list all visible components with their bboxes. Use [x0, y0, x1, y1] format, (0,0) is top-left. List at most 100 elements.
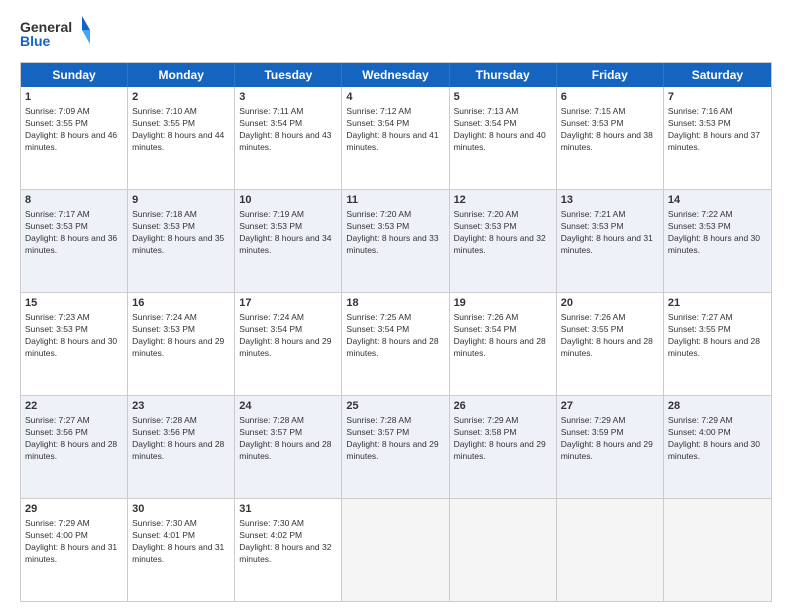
sunset-text: Sunset: 3:55 PM	[25, 118, 88, 128]
daylight-text: Daylight: 8 hours and 30 minutes.	[25, 336, 117, 358]
daylight-text: Daylight: 8 hours and 44 minutes.	[132, 130, 224, 152]
sunrise-text: Sunrise: 7:30 AM	[239, 518, 304, 528]
calendar-cell: 13 Sunrise: 7:21 AM Sunset: 3:53 PM Dayl…	[557, 190, 664, 292]
sunset-text: Sunset: 3:53 PM	[132, 221, 195, 231]
daylight-text: Daylight: 8 hours and 28 minutes.	[561, 336, 653, 358]
daylight-text: Daylight: 8 hours and 31 minutes.	[132, 542, 224, 564]
daylight-text: Daylight: 8 hours and 36 minutes.	[25, 233, 117, 255]
calendar-cell: 27 Sunrise: 7:29 AM Sunset: 3:59 PM Dayl…	[557, 396, 664, 498]
calendar-cell: 14 Sunrise: 7:22 AM Sunset: 3:53 PM Dayl…	[664, 190, 771, 292]
sunrise-text: Sunrise: 7:12 AM	[346, 106, 411, 116]
daylight-text: Daylight: 8 hours and 29 minutes.	[239, 336, 331, 358]
sunrise-text: Sunrise: 7:29 AM	[668, 415, 733, 425]
calendar-row: 1 Sunrise: 7:09 AM Sunset: 3:55 PM Dayli…	[21, 87, 771, 190]
calendar-cell: 22 Sunrise: 7:27 AM Sunset: 3:56 PM Dayl…	[21, 396, 128, 498]
calendar-cell: 3 Sunrise: 7:11 AM Sunset: 3:54 PM Dayli…	[235, 87, 342, 189]
day-number: 7	[668, 90, 767, 105]
daylight-text: Daylight: 8 hours and 34 minutes.	[239, 233, 331, 255]
calendar-body: 1 Sunrise: 7:09 AM Sunset: 3:55 PM Dayli…	[21, 87, 771, 601]
calendar-cell: 21 Sunrise: 7:27 AM Sunset: 3:55 PM Dayl…	[664, 293, 771, 395]
sunrise-text: Sunrise: 7:13 AM	[454, 106, 519, 116]
sunset-text: Sunset: 3:55 PM	[132, 118, 195, 128]
calendar-cell	[342, 499, 449, 601]
calendar-cell: 1 Sunrise: 7:09 AM Sunset: 3:55 PM Dayli…	[21, 87, 128, 189]
daylight-text: Daylight: 8 hours and 28 minutes.	[454, 336, 546, 358]
sunset-text: Sunset: 3:53 PM	[668, 221, 731, 231]
calendar-row: 29 Sunrise: 7:29 AM Sunset: 4:00 PM Dayl…	[21, 499, 771, 601]
sunrise-text: Sunrise: 7:28 AM	[239, 415, 304, 425]
sunrise-text: Sunrise: 7:20 AM	[346, 209, 411, 219]
sunset-text: Sunset: 4:01 PM	[132, 530, 195, 540]
calendar-cell: 10 Sunrise: 7:19 AM Sunset: 3:53 PM Dayl…	[235, 190, 342, 292]
daylight-text: Daylight: 8 hours and 28 minutes.	[132, 439, 224, 461]
calendar-row: 22 Sunrise: 7:27 AM Sunset: 3:56 PM Dayl…	[21, 396, 771, 499]
day-number: 12	[454, 193, 552, 208]
calendar-cell: 26 Sunrise: 7:29 AM Sunset: 3:58 PM Dayl…	[450, 396, 557, 498]
calendar-header: SundayMondayTuesdayWednesdayThursdayFrid…	[21, 63, 771, 87]
weekday-header: Saturday	[664, 63, 771, 87]
daylight-text: Daylight: 8 hours and 29 minutes.	[132, 336, 224, 358]
daylight-text: Daylight: 8 hours and 29 minutes.	[561, 439, 653, 461]
daylight-text: Daylight: 8 hours and 31 minutes.	[25, 542, 117, 564]
weekday-header: Friday	[557, 63, 664, 87]
page: General Blue SundayMondayTuesdayWednesda…	[0, 0, 792, 612]
weekday-header: Monday	[128, 63, 235, 87]
weekday-header: Thursday	[450, 63, 557, 87]
day-number: 17	[239, 296, 337, 311]
daylight-text: Daylight: 8 hours and 40 minutes.	[454, 130, 546, 152]
calendar: SundayMondayTuesdayWednesdayThursdayFrid…	[20, 62, 772, 602]
daylight-text: Daylight: 8 hours and 28 minutes.	[239, 439, 331, 461]
calendar-cell	[557, 499, 664, 601]
sunrise-text: Sunrise: 7:20 AM	[454, 209, 519, 219]
daylight-text: Daylight: 8 hours and 38 minutes.	[561, 130, 653, 152]
calendar-cell: 23 Sunrise: 7:28 AM Sunset: 3:56 PM Dayl…	[128, 396, 235, 498]
day-number: 1	[25, 90, 123, 105]
calendar-cell: 20 Sunrise: 7:26 AM Sunset: 3:55 PM Dayl…	[557, 293, 664, 395]
day-number: 10	[239, 193, 337, 208]
daylight-text: Daylight: 8 hours and 29 minutes.	[346, 439, 438, 461]
day-number: 18	[346, 296, 444, 311]
calendar-cell: 15 Sunrise: 7:23 AM Sunset: 3:53 PM Dayl…	[21, 293, 128, 395]
calendar-cell: 2 Sunrise: 7:10 AM Sunset: 3:55 PM Dayli…	[128, 87, 235, 189]
calendar-cell: 5 Sunrise: 7:13 AM Sunset: 3:54 PM Dayli…	[450, 87, 557, 189]
sunrise-text: Sunrise: 7:26 AM	[561, 312, 626, 322]
sunset-text: Sunset: 3:59 PM	[561, 427, 624, 437]
sunset-text: Sunset: 3:54 PM	[239, 118, 302, 128]
day-number: 24	[239, 399, 337, 414]
sunset-text: Sunset: 3:54 PM	[239, 324, 302, 334]
sunrise-text: Sunrise: 7:29 AM	[561, 415, 626, 425]
calendar-cell: 31 Sunrise: 7:30 AM Sunset: 4:02 PM Dayl…	[235, 499, 342, 601]
weekday-header: Tuesday	[235, 63, 342, 87]
calendar-row: 8 Sunrise: 7:17 AM Sunset: 3:53 PM Dayli…	[21, 190, 771, 293]
sunrise-text: Sunrise: 7:09 AM	[25, 106, 90, 116]
sunrise-text: Sunrise: 7:17 AM	[25, 209, 90, 219]
day-number: 30	[132, 502, 230, 517]
sunrise-text: Sunrise: 7:19 AM	[239, 209, 304, 219]
daylight-text: Daylight: 8 hours and 28 minutes.	[346, 336, 438, 358]
day-number: 16	[132, 296, 230, 311]
day-number: 27	[561, 399, 659, 414]
sunrise-text: Sunrise: 7:26 AM	[454, 312, 519, 322]
day-number: 28	[668, 399, 767, 414]
calendar-cell: 16 Sunrise: 7:24 AM Sunset: 3:53 PM Dayl…	[128, 293, 235, 395]
day-number: 8	[25, 193, 123, 208]
sunset-text: Sunset: 3:56 PM	[25, 427, 88, 437]
sunrise-text: Sunrise: 7:18 AM	[132, 209, 197, 219]
day-number: 9	[132, 193, 230, 208]
daylight-text: Daylight: 8 hours and 28 minutes.	[25, 439, 117, 461]
header: General Blue	[20, 16, 772, 52]
sunset-text: Sunset: 3:53 PM	[668, 118, 731, 128]
day-number: 25	[346, 399, 444, 414]
sunset-text: Sunset: 3:58 PM	[454, 427, 517, 437]
daylight-text: Daylight: 8 hours and 30 minutes.	[668, 439, 760, 461]
calendar-cell: 29 Sunrise: 7:29 AM Sunset: 4:00 PM Dayl…	[21, 499, 128, 601]
sunrise-text: Sunrise: 7:16 AM	[668, 106, 733, 116]
day-number: 22	[25, 399, 123, 414]
sunset-text: Sunset: 3:53 PM	[25, 221, 88, 231]
day-number: 5	[454, 90, 552, 105]
day-number: 11	[346, 193, 444, 208]
sunset-text: Sunset: 3:54 PM	[346, 324, 409, 334]
day-number: 4	[346, 90, 444, 105]
daylight-text: Daylight: 8 hours and 43 minutes.	[239, 130, 331, 152]
sunset-text: Sunset: 3:54 PM	[346, 118, 409, 128]
